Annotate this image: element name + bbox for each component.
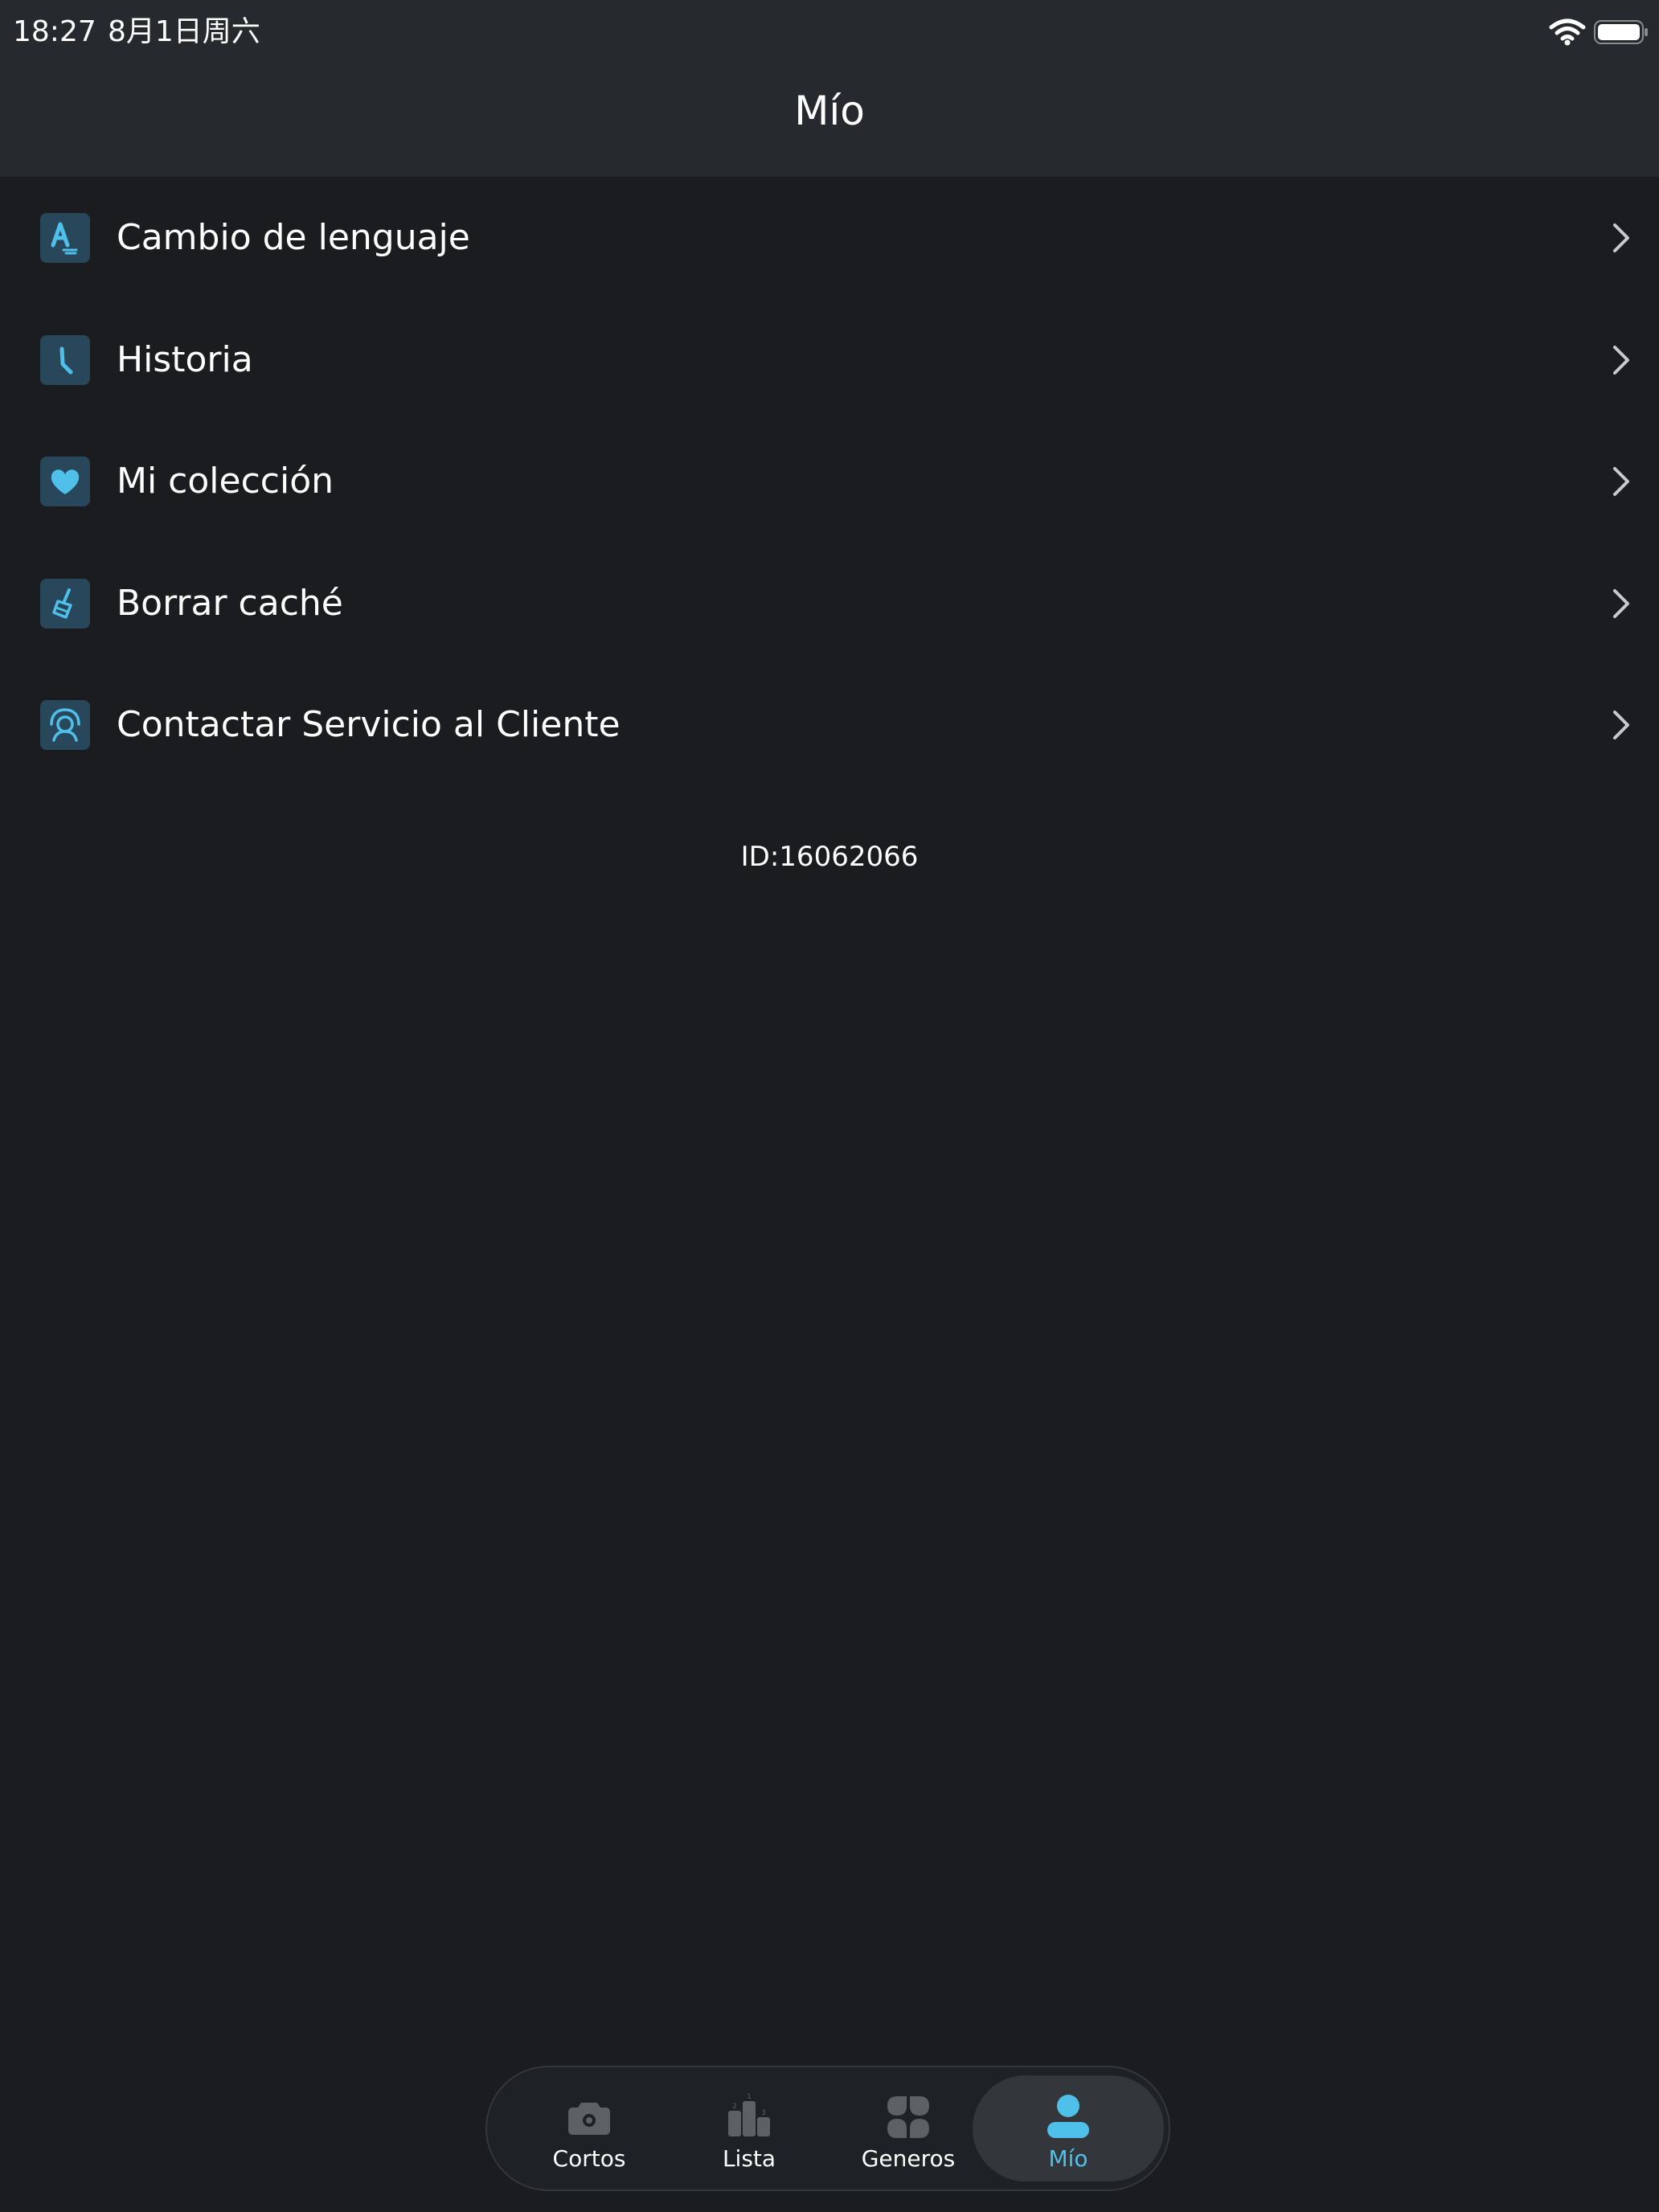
language-icon bbox=[40, 213, 90, 263]
user-icon bbox=[1047, 2095, 1089, 2138]
grid-icon bbox=[887, 2096, 929, 2138]
menu-item-customer-service[interactable]: Contactar Servicio al Cliente bbox=[0, 664, 1659, 786]
svg-text:1: 1 bbox=[747, 2093, 752, 2101]
chevron-right-icon bbox=[1613, 588, 1629, 618]
clock-icon bbox=[40, 334, 90, 385]
menu-item-history[interactable]: Historia bbox=[0, 299, 1659, 421]
battery-icon bbox=[1594, 20, 1648, 44]
tab-bar: Cortos 1 2 3 Lista Generos Mío bbox=[485, 2066, 1170, 2191]
chevron-right-icon bbox=[1613, 223, 1629, 252]
brush-icon bbox=[40, 578, 90, 629]
wifi-icon bbox=[1549, 18, 1586, 46]
menu-item-label: Cambio de lenguaje bbox=[117, 217, 470, 258]
status-time: 18:27 bbox=[13, 15, 96, 48]
svg-text:3: 3 bbox=[761, 2109, 766, 2117]
tab-label: Mío bbox=[1048, 2145, 1088, 2172]
menu-item-collection[interactable]: Mi colección bbox=[0, 420, 1659, 543]
tab-mio[interactable]: Mío bbox=[973, 2075, 1164, 2181]
page-title: Mío bbox=[794, 88, 865, 134]
headset-icon bbox=[40, 700, 90, 750]
menu-item-label: Historia bbox=[117, 338, 253, 380]
menu-item-language[interactable]: Cambio de lenguaje bbox=[0, 177, 1659, 299]
chevron-right-icon bbox=[1613, 467, 1629, 496]
chevron-right-icon bbox=[1613, 345, 1629, 375]
user-id: ID:16062066 bbox=[740, 841, 919, 873]
header-area: 18:27 8月1日周六 Mío bbox=[0, 0, 1659, 177]
menu-item-clear-cache[interactable]: Borrar caché bbox=[0, 543, 1659, 665]
settings-menu: Cambio de lenguaje Historia Mi colección bbox=[0, 177, 1659, 786]
menu-item-label: Contactar Servicio al Cliente bbox=[117, 704, 621, 745]
podium-icon: 1 2 3 bbox=[728, 2093, 770, 2136]
heart-icon bbox=[40, 457, 90, 506]
menu-item-label: Borrar caché bbox=[117, 582, 343, 624]
camera-icon bbox=[568, 2103, 610, 2135]
menu-item-label: Mi colección bbox=[117, 461, 334, 502]
svg-text:2: 2 bbox=[732, 2103, 737, 2111]
chevron-right-icon bbox=[1613, 711, 1629, 739]
status-date: 8月1日周六 bbox=[108, 15, 260, 48]
status-bar: 18:27 8月1日周六 bbox=[0, 0, 1659, 64]
